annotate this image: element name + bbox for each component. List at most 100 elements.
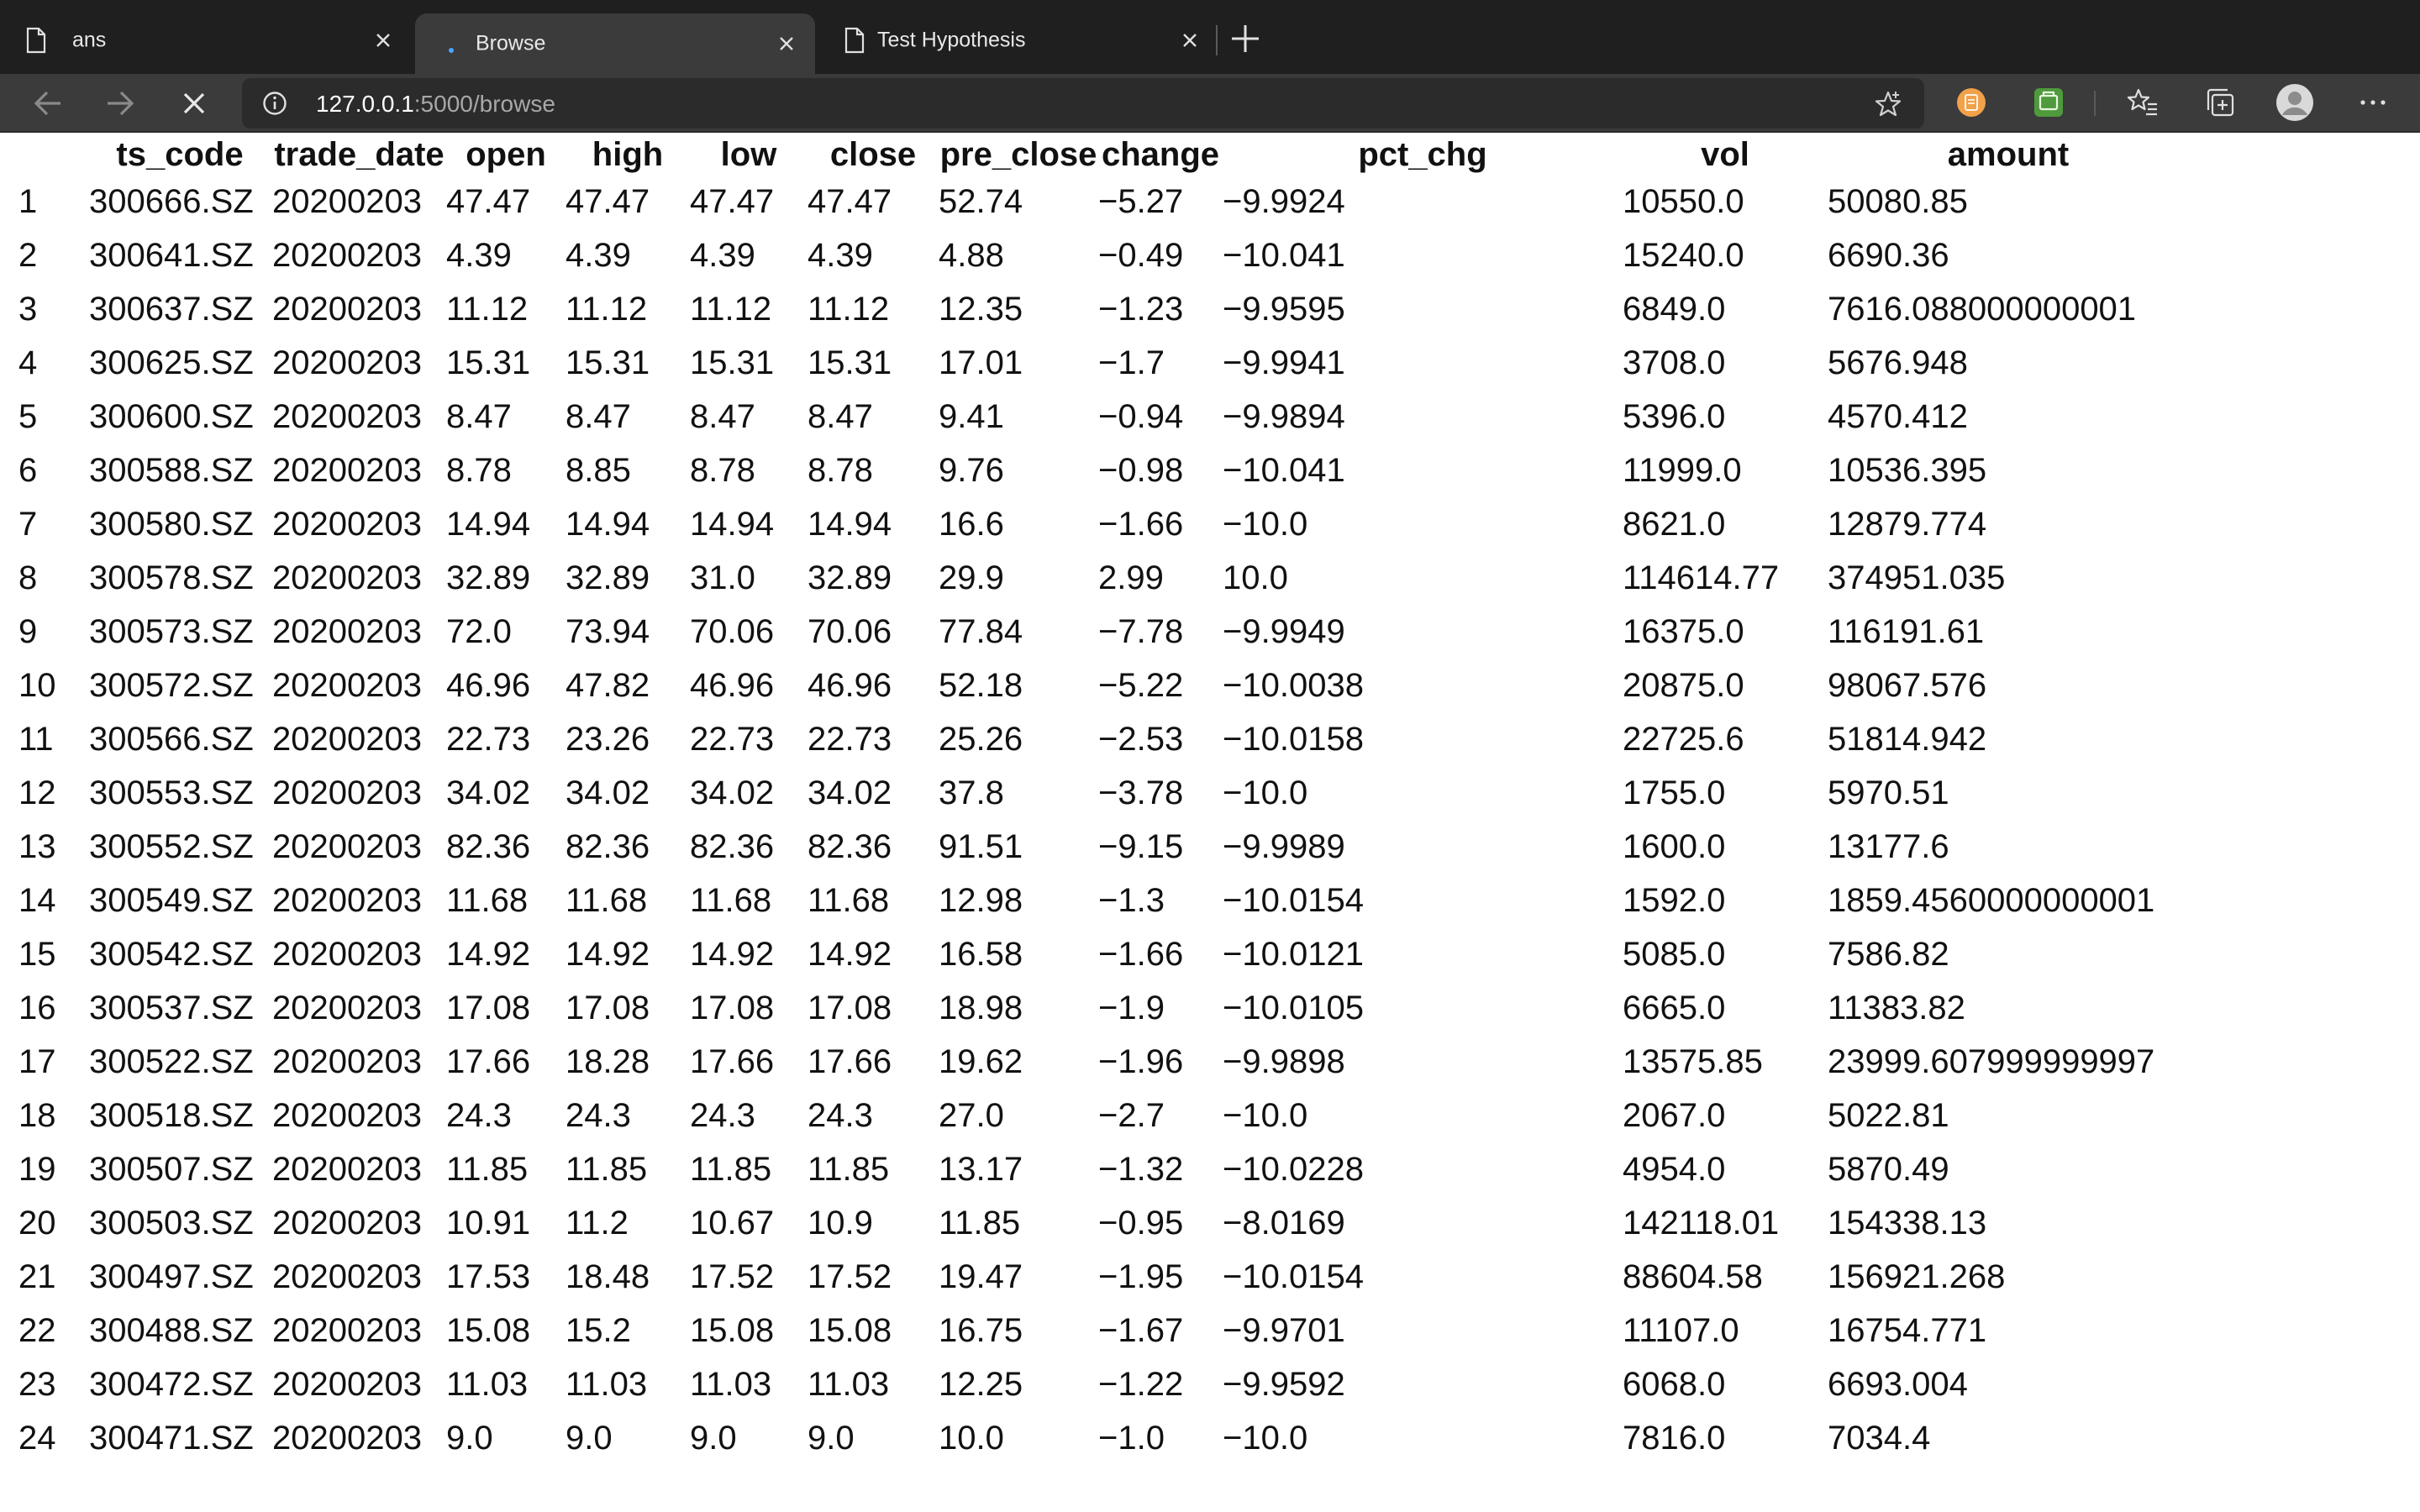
cell-pre-close: 77.84	[939, 612, 1023, 650]
more-menu-icon[interactable]	[2356, 86, 2390, 119]
cell-open: 11.03	[446, 1365, 529, 1403]
cell-open: 14.94	[446, 505, 531, 543]
cell-change: −1.0	[1098, 1419, 1165, 1457]
extension-orange-icon[interactable]	[1954, 86, 1988, 119]
cell-high: 47.82	[566, 666, 650, 704]
cell-open: 47.47	[446, 182, 531, 220]
cell-trade-date: 20200203	[272, 1150, 422, 1188]
close-tab-icon[interactable]	[1180, 30, 1200, 50]
cell-low: 11.12	[690, 290, 772, 328]
cell-open: 46.96	[446, 666, 531, 704]
table-row: 24 300471.SZ 20200203 9.0 9.0 9.0 9.0 10.0 −1.0 −…	[0, 1411, 2189, 1465]
table-body: 1 300666.SZ 20200203 47.47 47.47 47.47 47.47 52…	[0, 175, 2189, 1465]
cell-trade-date: 20200203	[272, 1257, 422, 1295]
table-row: 15 300542.SZ 20200203 14.92 14.92 14.92 14.92 1…	[0, 927, 2189, 981]
stop-loading-icon[interactable]	[175, 84, 213, 123]
cell-high: 15.2	[566, 1311, 631, 1349]
cell-high: 18.28	[566, 1042, 650, 1080]
cell-open: 17.08	[446, 989, 531, 1026]
row-index: 8	[18, 559, 38, 596]
cell-close: 8.78	[808, 451, 873, 489]
address-bar[interactable]: 127.0.0.1:5000/browse	[242, 78, 1924, 129]
cell-trade-date: 20200203	[272, 989, 422, 1026]
column-header-close: close	[829, 135, 917, 173]
forward-icon[interactable]	[101, 84, 139, 123]
cell-vol: 11107.0	[1623, 1311, 1739, 1349]
cell-pre-close: 9.76	[939, 451, 1004, 489]
cell-pre-close: 27.0	[939, 1096, 1004, 1134]
cell-pre-close: 11.85	[939, 1204, 1021, 1242]
tab-test-hypothesis[interactable]: Test Hypothesis	[818, 13, 1218, 67]
cell-low: 47.47	[690, 182, 775, 220]
new-tab-icon[interactable]	[1228, 22, 1262, 55]
cell-trade-date: 20200203	[272, 505, 422, 543]
cell-pre-close: 17.01	[939, 344, 1023, 381]
cell-high: 82.36	[566, 827, 650, 865]
cell-change: −1.66	[1098, 505, 1184, 543]
cell-vol: 4954.0	[1623, 1150, 1726, 1188]
cell-ts-code: 300471.SZ	[89, 1419, 254, 1457]
table-row: 7 300580.SZ 20200203 14.94 14.94 14.94 14.94 16…	[0, 497, 2189, 551]
close-tab-icon[interactable]	[776, 34, 797, 54]
cell-ts-code: 300518.SZ	[89, 1096, 254, 1134]
row-index: 23	[18, 1365, 56, 1403]
cell-amount: 7034.4	[1828, 1419, 1931, 1457]
close-tab-icon[interactable]	[373, 30, 393, 50]
cell-trade-date: 20200203	[272, 344, 422, 381]
table-row: 10 300572.SZ 20200203 46.96 47.82 46.96 46.96 5…	[0, 659, 2189, 712]
cell-trade-date: 20200203	[272, 827, 422, 865]
cell-pct-chg: −9.9924	[1223, 182, 1345, 220]
cell-high: 4.39	[566, 236, 631, 274]
cell-pre-close: 13.17	[939, 1150, 1023, 1188]
favorites-icon[interactable]	[2126, 86, 2160, 119]
document-icon	[844, 27, 865, 54]
row-index: 6	[18, 451, 38, 489]
back-icon[interactable]	[29, 84, 67, 123]
column-header-change: change	[1101, 135, 1220, 173]
tab-strip: ans Browse Test Hypothesis	[0, 0, 2420, 74]
cell-pct-chg: −10.041	[1223, 451, 1345, 489]
cell-ts-code: 300578.SZ	[89, 559, 254, 596]
cell-pre-close: 91.51	[939, 827, 1023, 865]
cell-change: −1.67	[1098, 1311, 1184, 1349]
cell-change: −1.7	[1098, 344, 1165, 381]
cell-low: 17.66	[690, 1042, 775, 1080]
tab-ans[interactable]: ans	[0, 13, 412, 67]
cell-trade-date: 20200203	[272, 935, 422, 973]
table-row: 1 300666.SZ 20200203 47.47 47.47 47.47 47.47 52…	[0, 175, 2189, 228]
cell-pct-chg: −10.0038	[1223, 666, 1364, 704]
table-row: 3 300637.SZ 20200203 11.12 11.12 11.12 11.12 12…	[0, 282, 2189, 336]
cell-vol: 15240.0	[1623, 236, 1744, 274]
cell-close: 15.31	[808, 344, 892, 381]
cell-vol: 7816.0	[1623, 1419, 1726, 1457]
cell-pct-chg: −10.0	[1223, 774, 1308, 811]
column-header-ts-code: ts_code	[116, 135, 244, 173]
cell-ts-code: 300488.SZ	[89, 1311, 254, 1349]
profile-avatar-icon[interactable]	[2275, 83, 2314, 122]
cell-pre-close: 29.9	[939, 559, 1004, 596]
favorite-star-icon[interactable]	[1874, 90, 1902, 118]
cell-amount: 156921.268	[1828, 1257, 2006, 1295]
column-header-amount: amount	[1947, 135, 2070, 173]
cell-ts-code: 300522.SZ	[89, 1042, 254, 1080]
tab-browse[interactable]: Browse	[415, 13, 815, 74]
site-info-icon[interactable]	[262, 91, 287, 116]
toolbar-separator	[2094, 91, 2096, 116]
cell-pre-close: 9.41	[939, 397, 1004, 435]
cell-amount: 6693.004	[1828, 1365, 1968, 1403]
cell-ts-code: 300580.SZ	[89, 505, 254, 543]
column-header-pre-close: pre_close	[939, 135, 1097, 173]
collections-icon[interactable]	[2203, 86, 2237, 119]
table-row: 21 300497.SZ 20200203 17.53 18.48 17.52 17.52 1…	[0, 1250, 2189, 1304]
extension-green-icon[interactable]	[2032, 86, 2065, 119]
cell-close: 11.85	[808, 1150, 890, 1188]
cell-amount: 5970.51	[1828, 774, 1949, 811]
cell-ts-code: 300588.SZ	[89, 451, 254, 489]
cell-ts-code: 300472.SZ	[89, 1365, 254, 1403]
cell-low: 22.73	[690, 720, 775, 758]
cell-ts-code: 300566.SZ	[89, 720, 254, 758]
cell-amount: 154338.13	[1828, 1204, 1987, 1242]
url-text: 127.0.0.1:5000/browse	[316, 91, 555, 118]
cell-low: 4.39	[690, 236, 755, 274]
cell-open: 17.66	[446, 1042, 531, 1080]
